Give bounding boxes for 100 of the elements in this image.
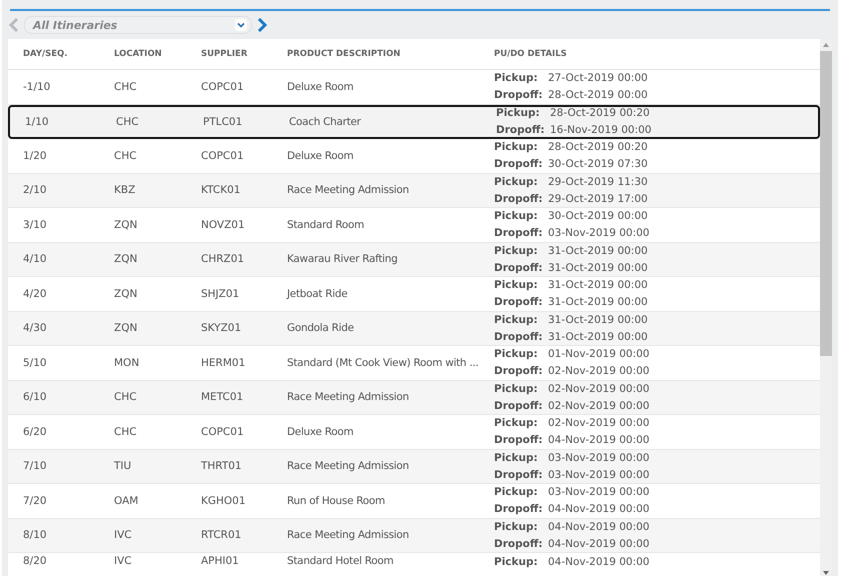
detail-value: 02-Nov-2019 00:00: [548, 417, 650, 430]
table-cell-text: NOVZ01: [201, 218, 246, 231]
table-cell-text: Jetboat Ride: [287, 288, 348, 300]
table-cell-text: METC01: [201, 391, 244, 404]
table-cell-text: ZQN: [114, 253, 138, 266]
table-cell-text: 7/10: [22, 460, 48, 472]
column-header: LOCATION: [114, 49, 163, 59]
detail-label: Dropoff:: [494, 538, 544, 550]
table-cell-text: CHRZ01: [201, 253, 246, 266]
table-cell-text: Race Meeting Admission: [287, 460, 410, 472]
table-cell-text: TIU: [114, 460, 132, 472]
detail-value: 29-Oct-2019 17:00: [548, 192, 648, 205]
table-cell-text: CHC: [114, 426, 138, 438]
scroll-down-icon[interactable]: [822, 570, 830, 576]
detail-label: Dropoff:: [496, 124, 546, 136]
table-row[interactable]: 7/10 TIU THRT01 Race Meeting Admission Pickup: 03-Nov-2019 00:00 Dropoff: 03-Nov-2019 00:00: [8, 450, 820, 484]
table-cell-text: KTCK01: [201, 184, 242, 196]
table-cell-text: IVC: [114, 529, 133, 542]
table-cell-text: Race Meeting Admission: [287, 184, 410, 196]
table-row[interactable]: 4/30 ZQN SKYZ01 Gondola Ride Pickup: 31-Oct-2019 00:00 Dropoff: 31-Oct-2019 00:00: [8, 312, 820, 346]
detail-label: Pickup:: [494, 452, 539, 464]
detail-label: Pickup:: [494, 314, 539, 326]
table-cell-text: SKYZ01: [201, 322, 242, 334]
table-cell-text: Coach Charter: [289, 116, 362, 128]
detail-value: 30-Oct-2019 00:00: [548, 210, 648, 222]
table-cell-text: Deluxe Room: [287, 80, 354, 93]
scrollbar[interactable]: [820, 39, 832, 576]
column-header: DAY/SEQ.: [22, 49, 68, 59]
detail-value: 27-Oct-2019 00:00: [548, 72, 648, 84]
table-row[interactable]: 1/10 CHC PTLC01 Coach Charter Pickup: 28-Oct-2019 00:20 Dropoff: 16-Nov-2019 00:00: [8, 104, 820, 139]
detail-value: 31-Oct-2019 00:00: [548, 330, 648, 343]
detail-label: Dropoff:: [494, 365, 544, 378]
column-header: PU/DO DETAILS: [494, 49, 568, 59]
detail-value: 01-Nov-2019 00:00: [548, 348, 650, 360]
detail-label: Pickup:: [494, 486, 539, 498]
scroll-thumb[interactable]: [820, 51, 832, 356]
detail-value: 04-Nov-2019 00:00: [548, 434, 650, 446]
table-cell-text: APHI01: [201, 554, 240, 569]
table-row[interactable]: 8/10 IVC RTCR01 Race Meeting Admission Pickup: 04-Nov-2019 00:00 Dropoff: 04-Nov-2019 00:00: [8, 518, 820, 553]
detail-label: Pickup:: [494, 244, 539, 257]
detail-label: Dropoff:: [494, 330, 544, 343]
detail-label: Dropoff:: [494, 158, 544, 170]
table-cell-text: ZQN: [114, 322, 138, 334]
table-cell-text: Run of House Room: [287, 494, 386, 507]
detail-label: Pickup:: [494, 176, 539, 188]
table-cell-text: COPC01: [201, 80, 245, 93]
table-cell-text: THRT01: [201, 460, 243, 472]
detail-value: 30-Oct-2019 07:30: [548, 158, 648, 170]
detail-label: Pickup:: [494, 279, 539, 292]
table-cell-text: ZQN: [114, 288, 138, 300]
table-cell-text: KGHO01: [201, 494, 247, 507]
table-cell-text: PTLC01: [203, 116, 244, 128]
table-cell-text: 6/10: [22, 391, 48, 404]
table-row[interactable]: 4/10 ZQN CHRZ01 Kawarau River Rafting Pickup: 31-Oct-2019 00:00 Dropoff: 31-Oct-2019 00:00: [8, 242, 820, 277]
table-cell-text: 4/20: [22, 288, 48, 300]
detail-value: 29-Oct-2019 11:30: [548, 176, 648, 188]
detail-label: Pickup:: [494, 141, 539, 154]
table-cell-text: Deluxe Room: [287, 426, 354, 438]
table-cell-text: Kawarau River Rafting: [287, 253, 399, 266]
detail-label: Dropoff:: [494, 400, 544, 412]
detail-label: Pickup:: [494, 210, 539, 222]
detail-label: Dropoff:: [494, 89, 544, 102]
detail-label: Dropoff:: [494, 296, 544, 308]
table-cell-text: RTCR01: [201, 529, 242, 542]
table-cell-text: Race Meeting Admission: [287, 529, 410, 542]
table-cell-text: CHC: [114, 391, 138, 404]
detail-label: Pickup:: [494, 348, 539, 360]
detail-value: 31-Oct-2019 00:00: [548, 296, 648, 308]
table-cell-text: ZQN: [114, 218, 138, 231]
detail-value: 02-Nov-2019 00:00: [548, 382, 650, 395]
table-cell-text: CHC: [114, 150, 138, 162]
table-cell-text: HERM01: [201, 356, 246, 369]
detail-value: 04-Nov-2019 00:00: [548, 503, 650, 516]
detail-label: Dropoff:: [494, 434, 544, 446]
table-cell-text: 5/10: [22, 356, 48, 369]
table-cell-text: Standard Hotel Room: [287, 554, 394, 569]
table-cell-text: 1/10: [24, 116, 50, 128]
detail-value: 16-Nov-2019 00:00: [550, 124, 652, 136]
detail-label: Dropoff:: [494, 503, 544, 516]
table-cell-text: Race Meeting Admission: [287, 391, 410, 404]
table-cell-text: CHC: [114, 80, 138, 93]
detail-label: Pickup:: [494, 72, 539, 84]
table-cell-text: 4/10: [22, 253, 48, 266]
detail-label: Pickup:: [494, 417, 539, 430]
table-row[interactable]: 2/10 KBZ KTCK01 Race Meeting Admission Pickup: 29-Oct-2019 11:30 Dropoff: 29-Oct-2019 17:00: [8, 174, 820, 208]
table-cell-text: 2/10: [22, 184, 48, 196]
table-cell-text: -1/10: [22, 80, 52, 93]
next-button[interactable]: [256, 17, 268, 33]
table-row[interactable]: 6/10 CHC METC01 Race Meeting Admission Pickup: 02-Nov-2019 00:00 Dropoff: 02-Nov-2019 00:00: [8, 380, 820, 415]
table-cell-text: 3/10: [22, 218, 48, 231]
table-cell-text: COPC01: [201, 426, 245, 438]
scroll-up-icon[interactable]: [822, 42, 830, 48]
table-cell-text: Standard (Mt Cook View) Room with ...: [287, 356, 480, 369]
table-cell-text: Gondola Ride: [287, 322, 355, 334]
table-cell-text: OAM: [114, 494, 140, 507]
detail-value: 31-Oct-2019 00:00: [548, 244, 648, 257]
table-cell-text: KBZ: [114, 184, 136, 196]
detail-value: 28-Oct-2019 00:00: [548, 89, 648, 102]
table-cell-text: 4/30: [22, 322, 48, 334]
table-cell-text: SHJZ01: [201, 288, 240, 300]
